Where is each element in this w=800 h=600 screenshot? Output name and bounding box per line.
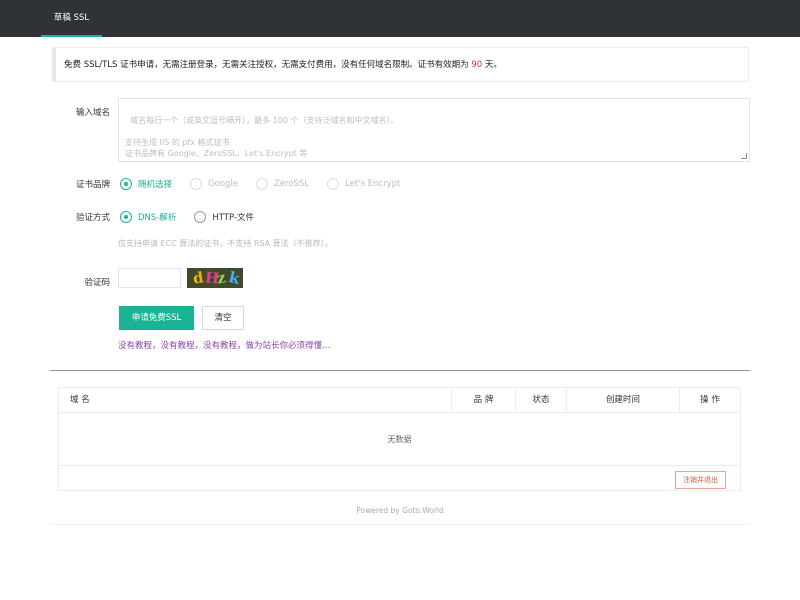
- table-header: 域 名 品 牌 状态 创建时间 操 作: [59, 388, 740, 413]
- radio-unchecked-icon: [256, 178, 268, 190]
- captcha-image[interactable]: d H z k: [187, 268, 243, 288]
- brand-option-random[interactable]: 随机选择: [120, 178, 172, 190]
- radio-checked-icon: [120, 178, 132, 190]
- domain-label: 输入域名: [75, 108, 110, 118]
- column-status: 状态: [516, 388, 567, 412]
- notice-text-before: 免费 SSL/TLS 证书申请，无需注册登录，无需关注授权，无需支付费用，没有任…: [64, 60, 472, 70]
- captcha-char: z: [215, 268, 228, 288]
- top-navbar: 草稿 SSL: [0, 0, 800, 37]
- captcha-char: k: [227, 268, 242, 288]
- radio-unchecked-icon: [190, 178, 203, 190]
- column-actions: 操 作: [700, 395, 720, 405]
- column-domain: 域 名: [59, 388, 452, 412]
- certificate-table: 域 名 品 牌 状态 创建时间 操 作 无数据 注销并退出: [58, 387, 741, 491]
- brand-option-label: Let's Encrypt: [345, 179, 401, 189]
- column-brand: 品 牌: [452, 388, 516, 412]
- brand-option-letsencrypt[interactable]: Let's Encrypt: [327, 178, 400, 190]
- column-created-time: 创建时间: [567, 388, 680, 412]
- logout-button[interactable]: 注销并退出: [675, 471, 726, 489]
- domain-placeholder: 域名每行一个（或英文逗号隔开），最多 100 个（支持泛域名和中文域名）。 支持…: [125, 116, 399, 158]
- radio-unchecked-icon: [194, 211, 207, 223]
- verify-radio-group: DNS-解析 HTTP-文件: [120, 210, 272, 224]
- verify-option-http[interactable]: HTTP-文件: [194, 211, 254, 223]
- notice-banner: 免费 SSL/TLS 证书申请，无需注册登录，无需关注授权，无需支付费用，没有任…: [52, 47, 749, 82]
- domain-textarea[interactable]: 域名每行一个（或英文逗号隔开），最多 100 个（支持泛域名和中文域名）。 支持…: [118, 98, 750, 162]
- section-divider: [50, 370, 750, 371]
- clear-button[interactable]: 清空: [202, 306, 244, 330]
- brand-option-google[interactable]: Google: [190, 178, 238, 190]
- footer-powered-by: Powered by Goto.World: [356, 506, 444, 515]
- footer-divider: [50, 524, 750, 525]
- notice-text-after: 天。: [482, 60, 502, 70]
- verify-option-label: DNS-解析: [138, 213, 177, 223]
- brand-option-label: ZeroSSL: [274, 179, 310, 189]
- verify-option-label: HTTP-文件: [212, 213, 255, 223]
- brand-option-label: 随机选择: [138, 180, 173, 190]
- table-empty-state: 无数据: [59, 413, 740, 466]
- brand-radio-group: 随机选择 Google ZeroSSL Let's Encrypt: [120, 177, 418, 191]
- notice-days: 90: [471, 60, 483, 70]
- algorithm-hint: 仅支持申请 ECC 算法的证书，不支持 RSA 算法（不推荐）。: [118, 239, 333, 248]
- verify-option-dns[interactable]: DNS-解析: [120, 211, 176, 223]
- brand-label: 证书品牌: [75, 180, 110, 190]
- captcha-label: 验证码: [84, 278, 110, 288]
- radio-checked-icon: [120, 211, 132, 223]
- captcha-char: d: [191, 268, 205, 288]
- apply-ssl-button[interactable]: 申请免费SSL: [119, 306, 194, 330]
- nav-tab-ssl[interactable]: 草稿 SSL: [41, 0, 102, 37]
- tutorial-link[interactable]: 没有教程，没有教程，没有教程，做为站长你必须得懂…: [118, 339, 331, 351]
- brand-option-zerossl[interactable]: ZeroSSL: [256, 178, 309, 190]
- verify-label: 验证方式: [75, 213, 110, 223]
- captcha-input[interactable]: [118, 268, 181, 288]
- brand-option-label: Google: [208, 179, 238, 189]
- radio-unchecked-icon: [327, 178, 340, 190]
- resize-handle[interactable]: [741, 153, 747, 159]
